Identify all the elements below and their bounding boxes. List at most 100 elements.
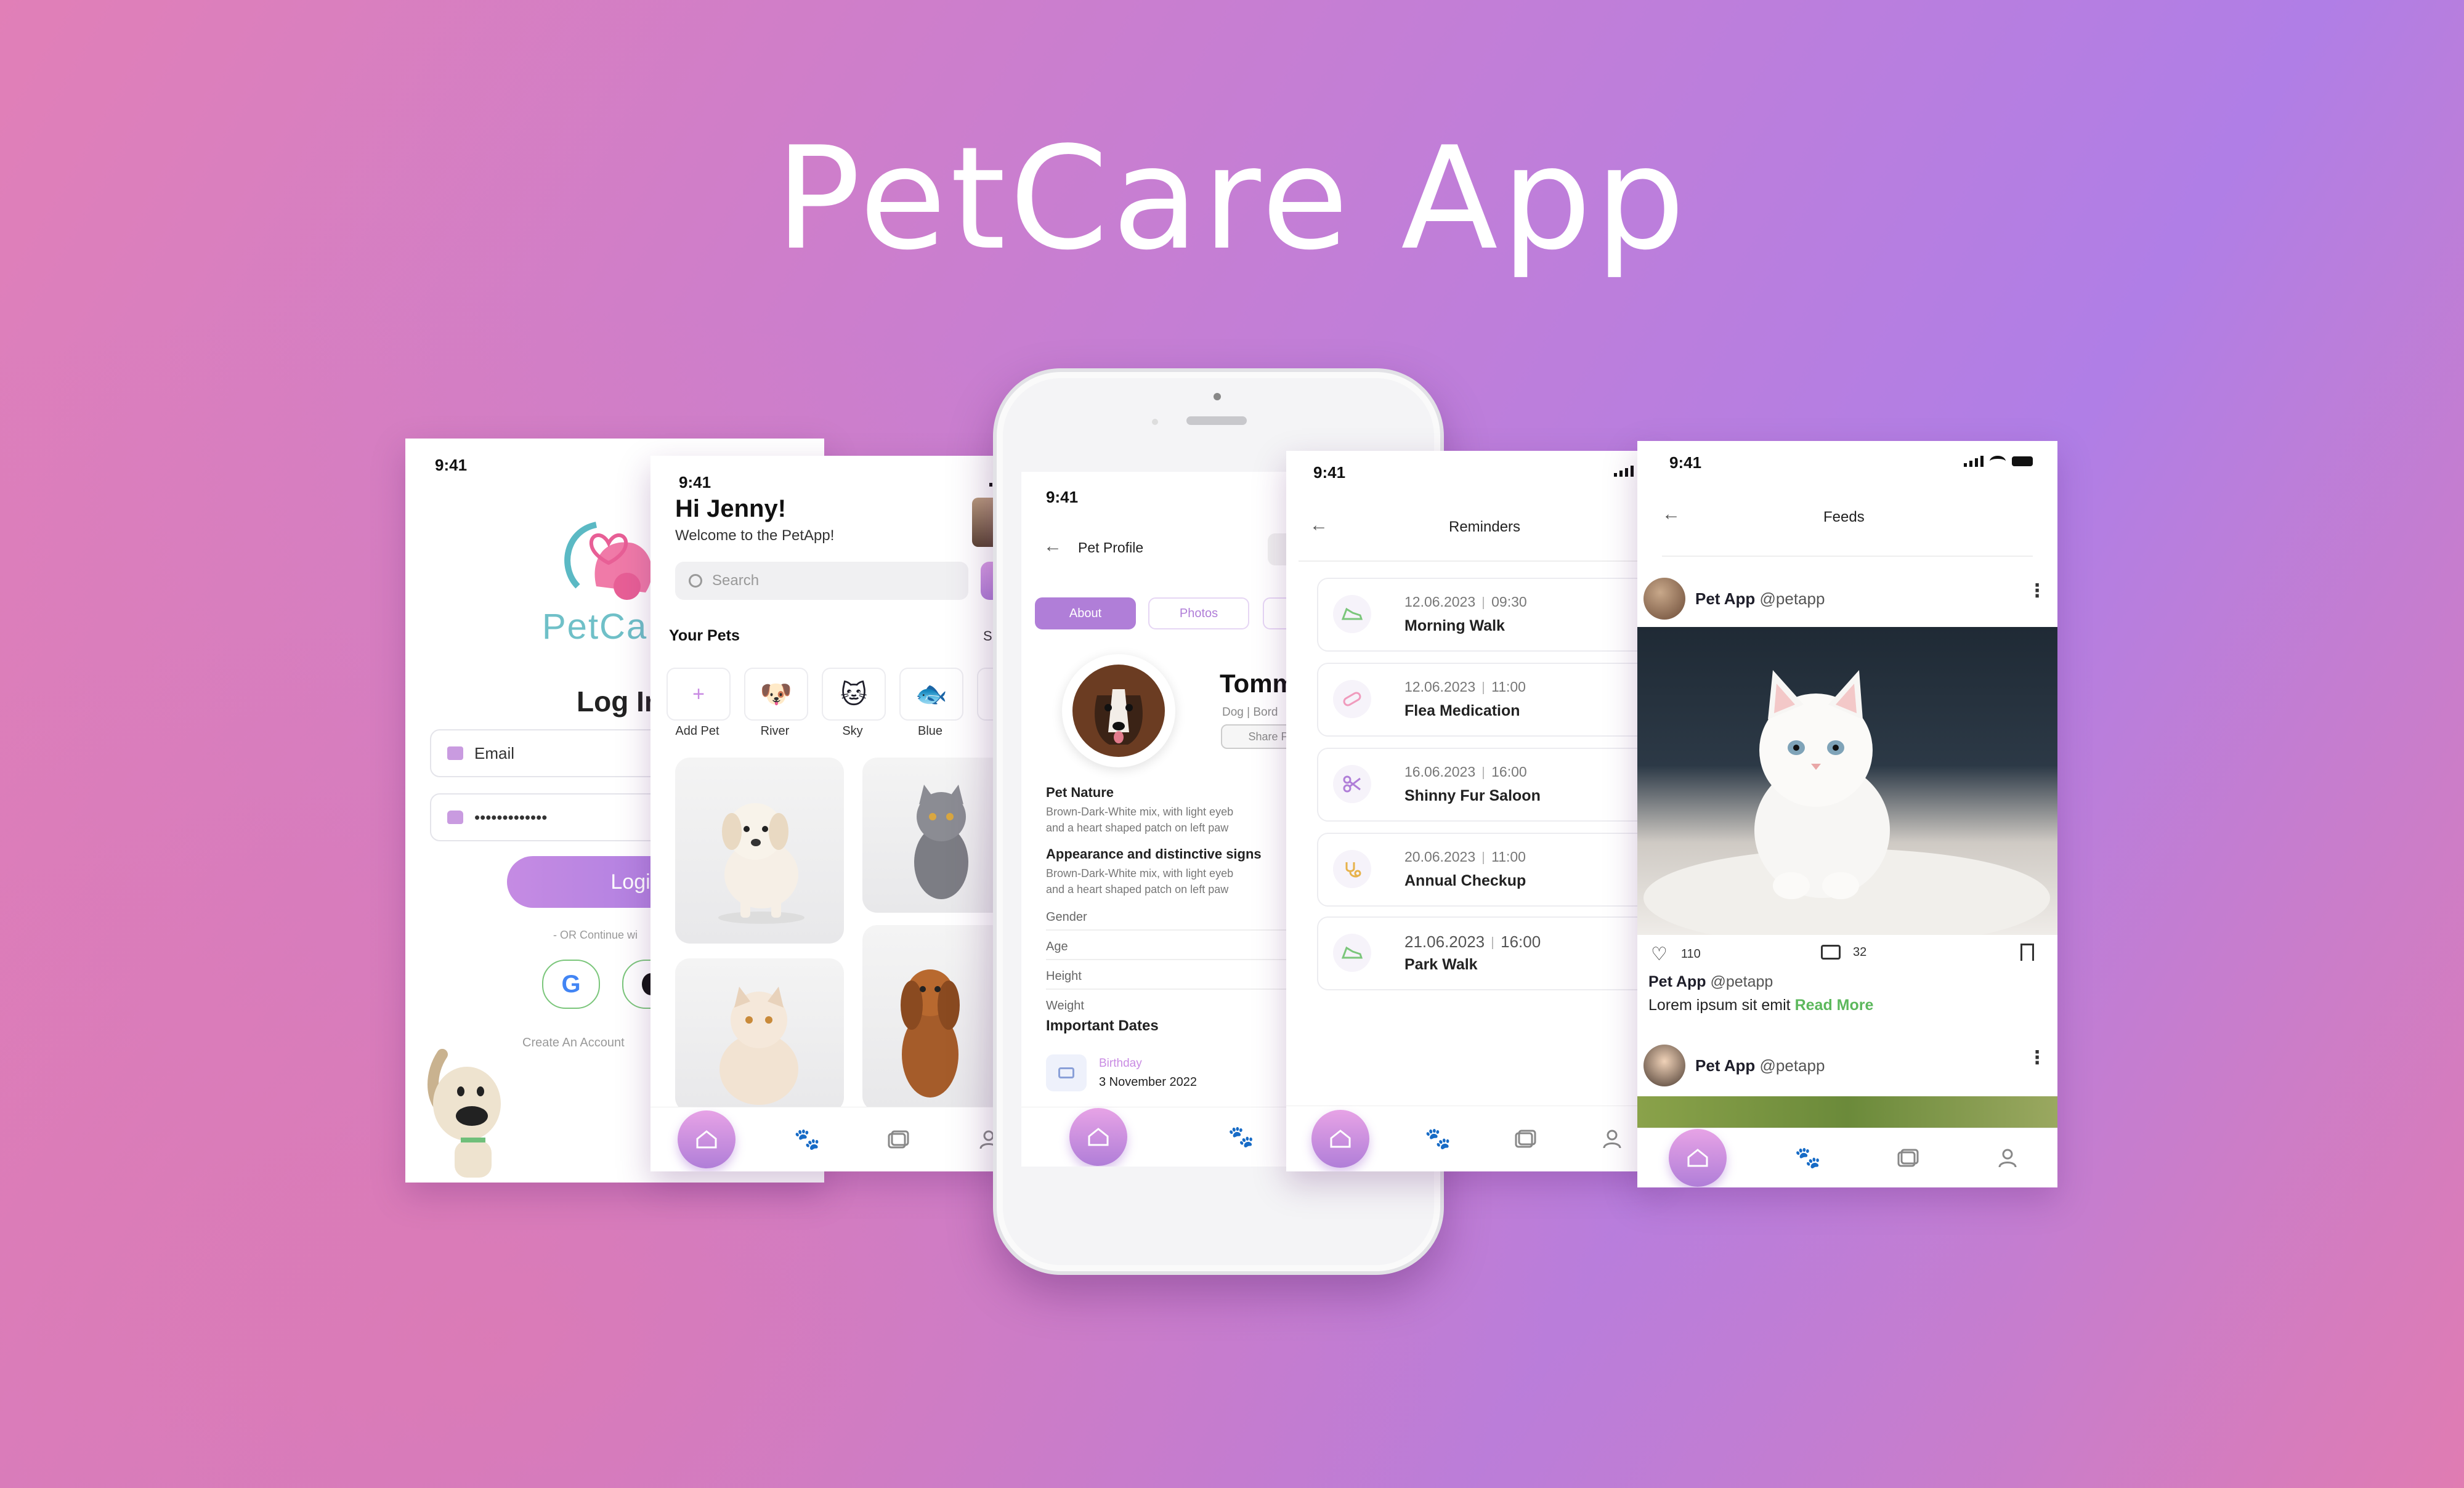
wifi-icon xyxy=(1990,456,2006,467)
status-time: 9:41 xyxy=(435,456,468,474)
or-continue-text: - OR Continue wi xyxy=(553,929,638,941)
signal-icon xyxy=(1614,466,1634,477)
search-placeholder: Search xyxy=(712,572,760,589)
gallery-icon xyxy=(1897,1149,1919,1167)
create-account-link[interactable]: Create An Account xyxy=(522,1036,625,1050)
greeting-subtitle: Welcome to the PetApp! xyxy=(675,527,835,544)
birthday-value: 3 November 2022 xyxy=(1099,1075,1197,1089)
search-input[interactable]: Search xyxy=(675,562,968,600)
feeds-title: Feeds xyxy=(1823,509,1865,525)
comment-button[interactable]: 32 xyxy=(1821,945,1866,960)
user-icon xyxy=(1998,1149,2017,1168)
tab-gallery[interactable] xyxy=(1507,1120,1544,1157)
appearance-text-2: and a heart shaped patch on left paw xyxy=(1046,883,1229,896)
your-pets-heading: Your Pets xyxy=(669,627,740,644)
birthday-label: Birthday xyxy=(1099,1057,1142,1070)
home-tab-bar: 🐾 xyxy=(650,1107,1034,1171)
tab-home[interactable] xyxy=(1311,1110,1369,1168)
tab-gallery[interactable] xyxy=(1889,1139,1926,1176)
sensor xyxy=(1152,419,1158,425)
google-icon: G xyxy=(561,970,581,998)
cake-icon xyxy=(1046,1054,1087,1091)
header-divider xyxy=(1662,556,2033,557)
post-author-line: Pet App @petapp xyxy=(1648,973,1773,991)
tab-pets[interactable]: 🐾 xyxy=(1223,1118,1260,1155)
back-arrow-icon[interactable]: ← xyxy=(1310,515,1328,536)
author-handle[interactable]: @petapp xyxy=(1760,589,1825,608)
pet-chip-river[interactable]: 🐶 xyxy=(744,668,808,721)
home-icon xyxy=(1088,1128,1109,1146)
pet-card-puppy[interactable] xyxy=(675,758,844,944)
pet-chip-blue[interactable]: 🐟 xyxy=(899,668,963,721)
tab-pets[interactable]: 🐾 xyxy=(789,1121,826,1158)
see-all-link[interactable]: S xyxy=(983,628,992,644)
appearance-heading: Appearance and distinctive signs xyxy=(1046,846,1262,862)
tab-pets[interactable]: 🐾 xyxy=(1419,1120,1456,1157)
reminders-screen: 9:41 ← Reminders 12.06.2023 09:30 Morning… xyxy=(1286,451,1656,1171)
google-button[interactable]: G xyxy=(542,960,600,1009)
tab-pets[interactable]: 🐾 xyxy=(1789,1139,1826,1176)
author-name[interactable]: Pet App xyxy=(1695,1056,1755,1075)
nature-text-2: and a heart shaped patch on left paw xyxy=(1046,822,1229,834)
reminder-item[interactable]: 21.06.2023 16:00 Park Walk xyxy=(1317,916,1656,990)
caption-handle[interactable]: @petapp xyxy=(1710,973,1773,990)
tab-profile[interactable] xyxy=(1989,1139,2026,1176)
home-icon xyxy=(1330,1130,1351,1148)
bookmark-icon[interactable] xyxy=(2020,944,2034,961)
pet-label-blue: Blue xyxy=(917,724,943,738)
author-handle[interactable]: @petapp xyxy=(1760,1056,1825,1075)
add-pet-chip[interactable]: + xyxy=(667,668,731,721)
status-icons xyxy=(1964,456,2033,467)
brand-name: PetCa xyxy=(542,607,648,647)
more-options-icon[interactable]: ⋮ xyxy=(2028,1047,2046,1069)
gender-row: Gender xyxy=(1046,910,1292,931)
nature-heading: Pet Nature xyxy=(1046,785,1114,800)
gallery-icon xyxy=(888,1130,909,1149)
tab-home[interactable] xyxy=(1069,1108,1127,1166)
more-options-icon[interactable]: ⋮ xyxy=(2028,580,2046,602)
paw-icon: 🐾 xyxy=(794,1128,821,1151)
add-pet-label: Add Pet xyxy=(675,724,719,738)
paw-icon: 🐾 xyxy=(1425,1127,1451,1150)
reminder-item[interactable]: 12.06.2023 11:00 Flea Medication xyxy=(1317,663,1656,737)
author-avatar[interactable] xyxy=(1643,1045,1685,1086)
like-button[interactable]: ♡ 110 xyxy=(1651,944,1701,965)
tab-profile[interactable] xyxy=(1594,1120,1631,1157)
tab-gallery[interactable] xyxy=(880,1121,917,1158)
author-avatar[interactable] xyxy=(1643,578,1685,620)
back-arrow-icon[interactable]: ← xyxy=(1044,536,1062,557)
persian-cat-illustration xyxy=(719,987,798,1105)
speaker-grille xyxy=(1186,416,1247,425)
front-camera xyxy=(1214,393,1221,400)
reminder-name: Shinny Fur Saloon xyxy=(1404,787,1541,804)
paw-icon: 🐾 xyxy=(1228,1125,1255,1149)
post-header: Pet App @petapp xyxy=(1643,578,1825,620)
status-time: 9:41 xyxy=(1313,463,1346,482)
post-caption: Lorem ipsum sit emit xyxy=(1648,997,1791,1014)
pet-chip-sky[interactable]: 🐱 xyxy=(822,668,886,721)
appearance-text-1: Brown-Dark-White mix, with light eyeb xyxy=(1046,867,1234,879)
gallery-icon xyxy=(1515,1130,1536,1148)
reminder-datetime: 21.06.2023 16:00 xyxy=(1404,932,1541,951)
reminder-name: Park Walk xyxy=(1404,956,1478,973)
back-arrow-icon[interactable]: ← xyxy=(1662,504,1680,525)
pill-icon xyxy=(1333,680,1371,718)
pet-name: Tomm xyxy=(1220,669,1295,698)
author-name[interactable]: Pet App xyxy=(1695,589,1755,608)
reminder-item[interactable]: 16.06.2023 16:00 Shinny Fur Saloon xyxy=(1317,748,1656,822)
pet-label-sky: Sky xyxy=(842,724,863,738)
reminder-name: Flea Medication xyxy=(1404,702,1520,719)
tab-home[interactable] xyxy=(1669,1129,1727,1187)
tab-home[interactable] xyxy=(677,1110,736,1168)
white-kitten-illustration xyxy=(1643,670,2050,935)
read-more-link[interactable]: Read More xyxy=(1795,997,1874,1014)
tab-photos[interactable]: Photos xyxy=(1148,597,1249,629)
caption-author[interactable]: Pet App xyxy=(1648,973,1706,990)
tab-about[interactable]: About xyxy=(1035,597,1136,629)
greeting-title: Hi Jenny! xyxy=(675,495,787,522)
reminder-item[interactable]: 20.06.2023 11:00 Annual Checkup xyxy=(1317,833,1656,907)
reminder-item[interactable]: 12.06.2023 09:30 Morning Walk xyxy=(1317,578,1656,652)
pet-card-persian-cat[interactable] xyxy=(675,958,844,1112)
reminder-datetime: 12.06.2023 09:30 xyxy=(1404,594,1527,610)
dog-photo-illustration xyxy=(1072,665,1165,757)
